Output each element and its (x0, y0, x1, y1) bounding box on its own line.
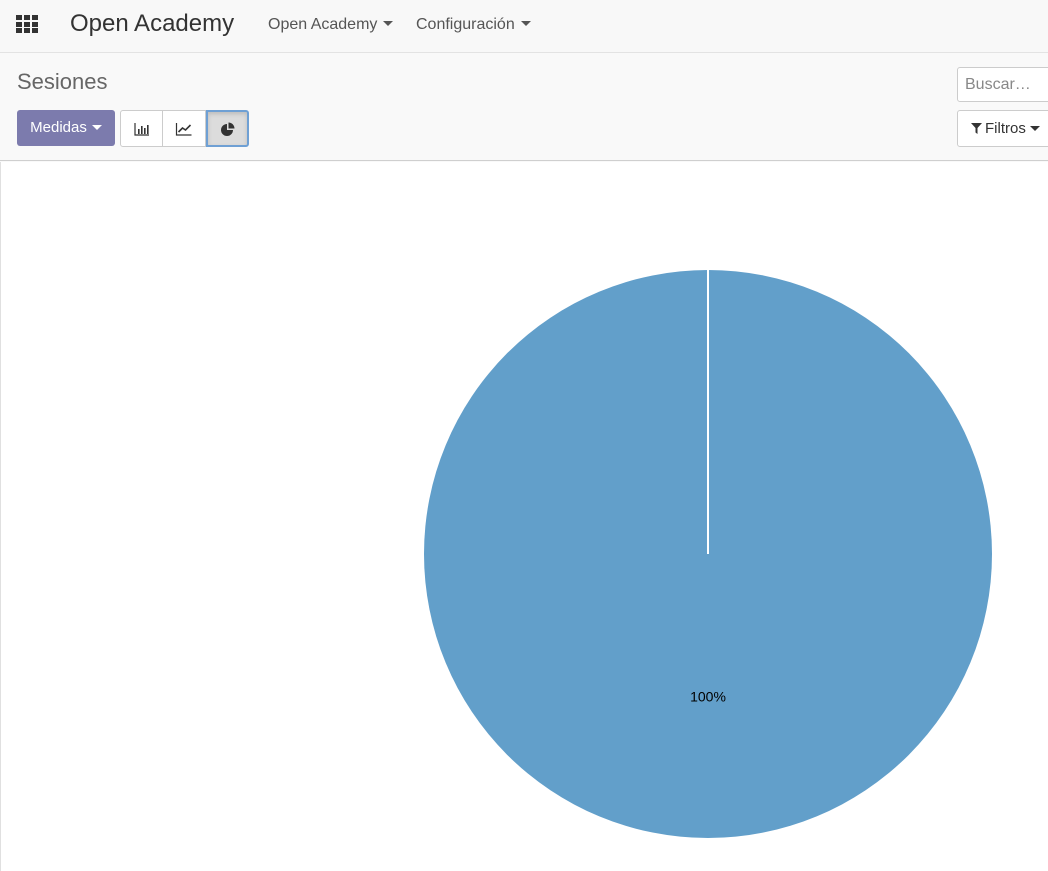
caret-down-icon (520, 21, 531, 27)
bar-chart-icon (133, 122, 149, 136)
pie-chart-icon (220, 122, 234, 136)
measures-button[interactable]: Medidas (17, 110, 115, 146)
caret-down-icon (383, 21, 394, 27)
app-brand: Open Academy (70, 10, 235, 37)
search-input-wrapper (957, 67, 1048, 102)
pie-chart-view-button[interactable] (206, 110, 249, 147)
control-panel: Sesiones Medidas Buscar… Filtros (0, 54, 1048, 161)
menu-configuracion[interactable]: Configuración (416, 16, 531, 34)
line-chart-icon (175, 122, 192, 136)
line-chart-view-button[interactable] (163, 110, 206, 147)
top-navbar: Open Academy Open Academy Configuración (0, 0, 1048, 53)
measures-label: Medidas (30, 119, 87, 136)
caret-down-icon (1029, 125, 1040, 131)
menu-open-academy[interactable]: Open Academy (268, 16, 394, 34)
apps-grid-icon[interactable] (16, 15, 38, 33)
menu-label: Open Academy (268, 16, 378, 33)
graph-view-content: 100% (0, 162, 1048, 871)
caret-down-icon (91, 124, 102, 130)
search-input[interactable] (965, 76, 1048, 94)
pie-chart: 100% (424, 270, 992, 838)
breadcrumb: Sesiones (17, 69, 108, 94)
pie-data-label: 100% (690, 689, 726, 705)
view-switcher (120, 110, 250, 147)
filters-label: Filtros (985, 120, 1026, 137)
filter-icon (971, 123, 982, 134)
filters-button[interactable]: Filtros (957, 110, 1048, 147)
bar-chart-view-button[interactable] (120, 110, 163, 147)
menu-label: Configuración (416, 16, 515, 33)
